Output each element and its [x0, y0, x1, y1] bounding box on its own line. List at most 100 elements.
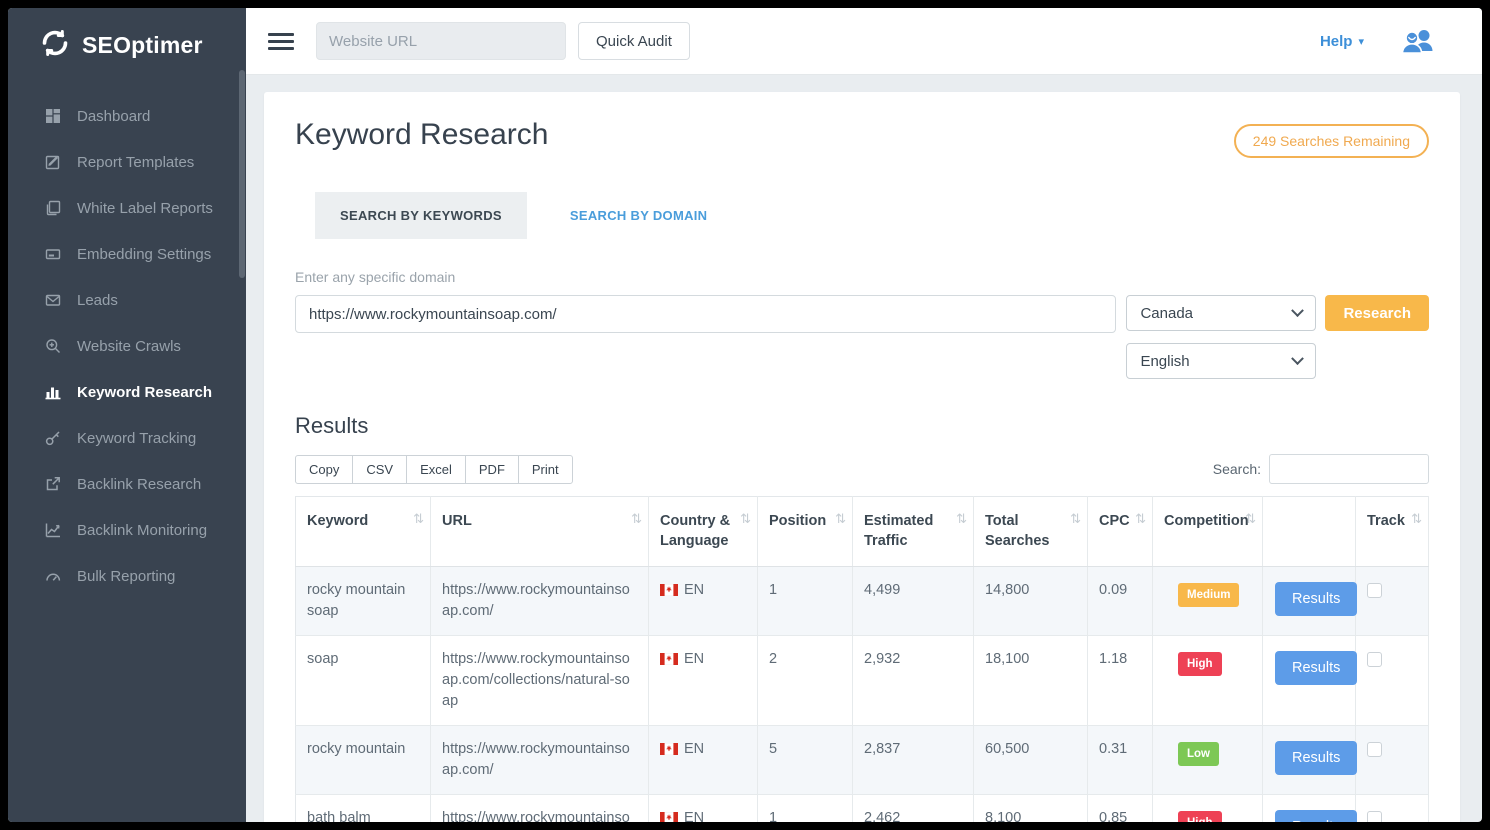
searches-cell: 14,800 [974, 566, 1088, 635]
column-header-competition[interactable]: Competition⇅ [1153, 497, 1263, 567]
track-checkbox[interactable] [1367, 742, 1382, 757]
cpc-cell: 0.09 [1088, 566, 1153, 635]
column-header-country-language[interactable]: Country & Language⇅ [649, 497, 758, 567]
column-header-url[interactable]: URL⇅ [431, 497, 649, 567]
sidebar-item-website-crawls[interactable]: Website Crawls [8, 323, 246, 369]
sidebar-item-keyword-research[interactable]: Keyword Research [8, 369, 246, 415]
country-cell: EN [649, 635, 758, 725]
track-checkbox[interactable] [1367, 811, 1382, 822]
column-header-estimated-traffic[interactable]: Estimated Traffic⇅ [853, 497, 974, 567]
sidebar-nav: Dashboard Report Templates White Label R… [8, 93, 246, 599]
chevron-down-icon [1292, 304, 1305, 317]
sidebar-item-backlink-monitoring[interactable]: Backlink Monitoring [8, 507, 246, 553]
searches-remaining-badge: 249 Searches Remaining [1234, 124, 1429, 158]
country-cell: EN [649, 725, 758, 794]
results-button[interactable]: Results [1275, 651, 1357, 685]
table-search-label: Search: [1213, 461, 1261, 477]
track-checkbox[interactable] [1367, 583, 1382, 598]
table-header-row: Keyword⇅ URL⇅ Country & Language⇅ Positi… [296, 497, 1429, 567]
website-url-input[interactable] [316, 22, 566, 60]
sort-icon: ⇅ [631, 511, 642, 529]
keyword-cell: rocky mountain soap [296, 566, 431, 635]
traffic-cell: 2,932 [853, 635, 974, 725]
results-button[interactable]: Results [1275, 810, 1357, 822]
sort-icon: ⇅ [1245, 511, 1256, 529]
language-select[interactable]: English [1126, 343, 1316, 379]
table-row: soap https://www.rockymountainsoap.com/c… [296, 635, 1429, 725]
search-plus-icon [44, 337, 62, 355]
sort-icon: ⇅ [740, 511, 751, 529]
chevron-down-icon [1292, 352, 1305, 365]
tab-search-by-domain[interactable]: SEARCH BY DOMAIN [545, 192, 732, 239]
pdf-button[interactable]: PDF [465, 455, 519, 484]
url-cell: https://www.rockymountainsoap.com/collec… [431, 794, 649, 822]
main-content: Keyword Research 249 Searches Remaining … [246, 76, 1482, 822]
envelope-icon [44, 291, 62, 309]
tab-search-by-keywords[interactable]: SEARCH BY KEYWORDS [315, 192, 527, 239]
language-label: EN [684, 810, 704, 822]
column-header-position[interactable]: Position⇅ [758, 497, 853, 567]
column-header-track[interactable]: Track⇅ [1356, 497, 1429, 567]
sort-icon: ⇅ [835, 511, 846, 529]
sidebar-item-leads[interactable]: Leads [8, 277, 246, 323]
sidebar-item-backlink-research[interactable]: Backlink Research [8, 461, 246, 507]
table-toolbar: Copy CSV Excel PDF Print Search: [295, 454, 1429, 484]
table-row: rocky mountain soap https://www.rockymou… [296, 566, 1429, 635]
url-cell: https://www.rockymountainsoap.com/ [431, 725, 649, 794]
help-menu[interactable]: Help ▾ [1320, 33, 1364, 50]
column-header-keyword[interactable]: Keyword⇅ [296, 497, 431, 567]
country-select-value: Canada [1140, 305, 1193, 322]
results-heading: Results [295, 413, 1429, 439]
column-header-total-searches[interactable]: Total Searches⇅ [974, 497, 1088, 567]
column-header-cpc[interactable]: CPC⇅ [1088, 497, 1153, 567]
track-cell [1356, 635, 1429, 725]
sidebar-item-label: Website Crawls [77, 338, 181, 355]
track-cell [1356, 794, 1429, 822]
country-select[interactable]: Canada [1126, 295, 1316, 331]
track-cell [1356, 725, 1429, 794]
canada-flag-icon [660, 584, 678, 596]
account-users-icon[interactable] [1400, 28, 1434, 54]
traffic-cell: 2,462 [853, 794, 974, 822]
table-search-input[interactable] [1269, 454, 1429, 484]
print-button[interactable]: Print [518, 455, 573, 484]
competition-cell: Medium [1153, 566, 1263, 635]
sort-icon: ⇅ [1135, 511, 1146, 529]
sidebar: SEOptimer Dashboard Report Templates Whi… [8, 8, 246, 822]
position-cell: 5 [758, 725, 853, 794]
results-button[interactable]: Results [1275, 582, 1357, 616]
keyword-cell: soap [296, 635, 431, 725]
sidebar-item-report-templates[interactable]: Report Templates [8, 139, 246, 185]
quick-audit-button[interactable]: Quick Audit [578, 22, 690, 60]
csv-button[interactable]: CSV [352, 455, 407, 484]
sidebar-item-label: Bulk Reporting [77, 568, 175, 585]
searches-cell: 60,500 [974, 725, 1088, 794]
results-cell: Results [1263, 635, 1356, 725]
sidebar-item-keyword-tracking[interactable]: Keyword Tracking [8, 415, 246, 461]
embed-icon [44, 245, 62, 263]
brand-logo[interactable]: SEOptimer [8, 8, 246, 79]
hamburger-menu-icon[interactable] [268, 29, 294, 54]
sidebar-item-white-label-reports[interactable]: White Label Reports [8, 185, 246, 231]
export-buttons: Copy CSV Excel PDF Print [295, 455, 573, 484]
copy-button[interactable]: Copy [295, 455, 353, 484]
results-button[interactable]: Results [1275, 741, 1357, 775]
results-cell: Results [1263, 725, 1356, 794]
research-button[interactable]: Research [1325, 295, 1429, 331]
brand-name: SEOptimer [82, 32, 203, 59]
results-table: Keyword⇅ URL⇅ Country & Language⇅ Positi… [295, 496, 1429, 822]
language-label: EN [684, 741, 704, 757]
language-label: EN [684, 582, 704, 598]
sidebar-item-dashboard[interactable]: Dashboard [8, 93, 246, 139]
track-checkbox[interactable] [1367, 652, 1382, 667]
track-cell [1356, 566, 1429, 635]
country-cell: EN [649, 566, 758, 635]
domain-field-label: Enter any specific domain [295, 269, 1429, 285]
sidebar-item-embedding-settings[interactable]: Embedding Settings [8, 231, 246, 277]
sidebar-scrollbar[interactable] [239, 70, 245, 278]
domain-input[interactable] [295, 295, 1116, 333]
sidebar-item-bulk-reporting[interactable]: Bulk Reporting [8, 553, 246, 599]
sidebar-item-label: White Label Reports [77, 200, 213, 217]
results-cell: Results [1263, 794, 1356, 822]
excel-button[interactable]: Excel [406, 455, 466, 484]
